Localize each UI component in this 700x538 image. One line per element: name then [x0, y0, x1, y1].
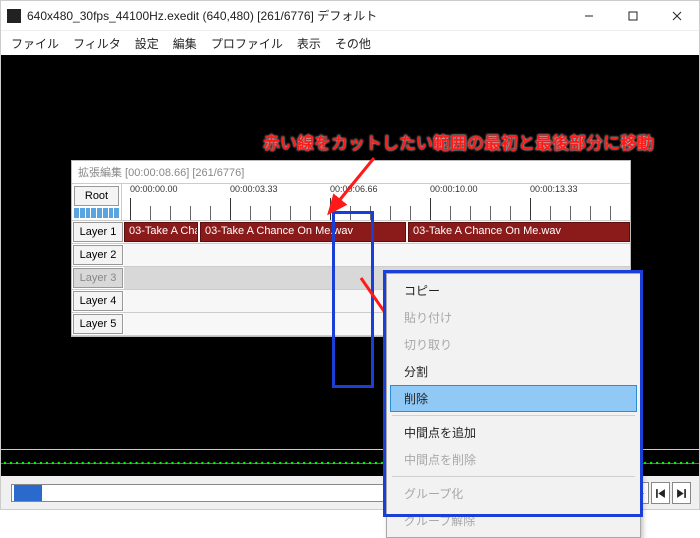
- layer-label[interactable]: Layer 1: [73, 222, 123, 242]
- app-window: 640x480_30fps_44100Hz.exedit (640,480) […: [0, 0, 700, 510]
- menu-settings[interactable]: 設定: [129, 33, 165, 54]
- close-button[interactable]: [655, 1, 699, 30]
- titlebar: 640x480_30fps_44100Hz.exedit (640,480) […: [1, 1, 699, 31]
- audio-clip[interactable]: 03-Take A Chan: [124, 222, 198, 242]
- ruler-tick: 00:00:10.00: [430, 184, 478, 194]
- audio-clip[interactable]: 03-Take A Chance On Me.wav: [408, 222, 630, 242]
- annotation-text: 赤い線をカットしたい範囲の最初と最後部分に移動: [263, 129, 654, 154]
- ctxmenu-item[interactable]: コピー: [390, 277, 637, 304]
- menu-edit[interactable]: 編集: [167, 33, 203, 54]
- menu-profile[interactable]: プロファイル: [205, 33, 289, 54]
- context-menu: コピー貼り付け切り取り分割削除中間点を追加中間点を削除グループ化グループ解除: [386, 273, 641, 538]
- ctxmenu-item: 中間点を削除: [390, 446, 637, 473]
- layer-label[interactable]: Layer 5: [73, 314, 123, 334]
- ctxmenu-item[interactable]: 分割: [390, 358, 637, 385]
- layer-track[interactable]: [124, 244, 630, 266]
- ctxmenu-item: グループ化: [390, 480, 637, 507]
- ctxmenu-item: グループ解除: [390, 507, 637, 534]
- minimize-button[interactable]: [567, 1, 611, 30]
- root-button[interactable]: Root: [74, 186, 119, 206]
- menu-file[interactable]: ファイル: [5, 33, 65, 54]
- ruler-tick: 00:00:13.33: [530, 184, 578, 194]
- next-frame-button[interactable]: [672, 482, 691, 504]
- maximize-button[interactable]: [611, 1, 655, 30]
- menu-filter[interactable]: フィルタ: [67, 33, 127, 54]
- layer-label[interactable]: Layer 2: [73, 245, 123, 265]
- ruler-tick: 00:00:00.00: [130, 184, 178, 194]
- ctxmenu-item: 切り取り: [390, 331, 637, 358]
- ctxmenu-item[interactable]: 削除: [390, 385, 637, 412]
- app-icon: [7, 9, 21, 23]
- window-title: 640x480_30fps_44100Hz.exedit (640,480) […: [27, 7, 567, 24]
- ctxmenu-item[interactable]: 中間点を追加: [390, 419, 637, 446]
- menu-view[interactable]: 表示: [291, 33, 327, 54]
- zoom-indicator[interactable]: [72, 208, 121, 220]
- menu-other[interactable]: その他: [329, 33, 377, 54]
- menubar: ファイル フィルタ 設定 編集 プロファイル 表示 その他: [1, 31, 699, 55]
- layer-label[interactable]: Layer 3: [73, 268, 123, 288]
- prev-frame-button[interactable]: [651, 482, 670, 504]
- layer-label[interactable]: Layer 4: [73, 291, 123, 311]
- arrow-left-icon: [319, 153, 379, 223]
- preview-viewport: 拡張編集 [00:00:08.66] [261/6776] Root 00:00…: [1, 55, 699, 509]
- layer-row: Layer 2: [72, 244, 630, 267]
- ctxmenu-item: 貼り付け: [390, 304, 637, 331]
- ruler-tick: 00:00:03.33: [230, 184, 278, 194]
- seek-thumb[interactable]: [14, 485, 42, 501]
- audio-clip[interactable]: 03-Take A Chance On Me.wav: [200, 222, 406, 242]
- layer-track[interactable]: 03-Take A Chan03-Take A Chance On Me.wav…: [124, 221, 630, 243]
- layer-row: Layer 103-Take A Chan03-Take A Chance On…: [72, 221, 630, 244]
